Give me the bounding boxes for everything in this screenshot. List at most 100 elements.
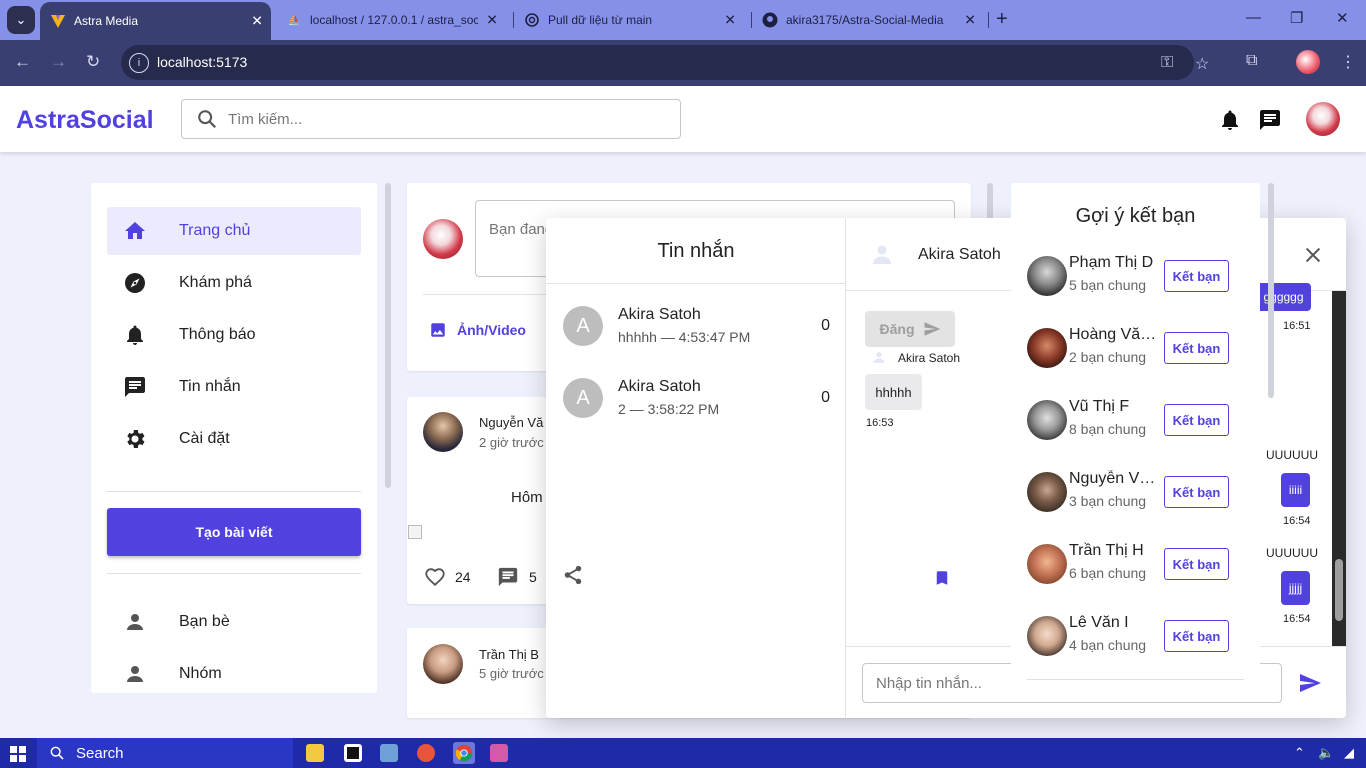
back-icon[interactable]: ← xyxy=(14,52,31,72)
tab-phpmyadmin[interactable]: ⛵ localhost / 127.0.0.1 / astra_soc ✕ xyxy=(276,0,506,40)
post-author-avatar[interactable] xyxy=(423,644,463,684)
sidebar-item-home[interactable]: Trang chủ xyxy=(107,207,361,255)
conversation-item[interactable]: A Akira Satoh 2 — 3:58:22 PM 0 xyxy=(546,368,846,432)
comment-count: 5 xyxy=(529,569,537,585)
outgoing-message: jjjjj xyxy=(1281,571,1310,605)
extensions-icon[interactable]: ⧉ xyxy=(1246,52,1257,70)
window-close-icon[interactable]: ✕ xyxy=(1336,9,1349,27)
suggestion-avatar[interactable] xyxy=(1027,616,1067,656)
more-menu-icon[interactable]: ⋮ xyxy=(1340,52,1356,72)
star-icon[interactable]: ☆ xyxy=(1195,54,1209,74)
chat-icon xyxy=(123,375,147,399)
suggestion-name[interactable]: Hoàng Văn E xyxy=(1069,326,1161,344)
tab-pull-request[interactable]: Pull dữ liệu từ main ✕ xyxy=(514,0,744,40)
app-window-icon[interactable] xyxy=(380,744,398,762)
post-button[interactable]: Đăng xyxy=(865,311,955,347)
comment-icon[interactable] xyxy=(497,566,519,588)
browser-tab-bar: ⌄ Astra Media ✕ ⛵ localhost / 127.0.0.1 … xyxy=(0,0,1366,40)
suggestion-name[interactable]: Nguyễn Văn G xyxy=(1069,470,1161,488)
sidebar-item-messages[interactable]: Tin nhắn xyxy=(107,363,361,411)
minimize-icon[interactable]: — xyxy=(1246,9,1261,26)
add-friend-button[interactable]: Kết bạn xyxy=(1164,404,1229,436)
tab-close-icon[interactable]: ✕ xyxy=(486,12,498,29)
gear-icon xyxy=(123,427,147,451)
sidebar-item-explore[interactable]: Khám phá xyxy=(107,259,361,307)
share-icon[interactable] xyxy=(562,564,584,586)
address-bar[interactable]: i localhost:5173 ⚿ ☆ xyxy=(121,45,1209,80)
add-friend-button[interactable]: Kết bạn xyxy=(1164,620,1229,652)
suggestion-name[interactable]: Trần Thị H xyxy=(1069,542,1161,560)
suggestion-name[interactable]: Lê Văn I xyxy=(1069,614,1161,632)
sidebar-scrollbar[interactable] xyxy=(385,183,391,488)
suggestion-name[interactable]: Vũ Thị F xyxy=(1069,398,1161,416)
site-info-icon[interactable]: i xyxy=(129,53,149,73)
search-input[interactable]: Tìm kiếm... xyxy=(181,99,681,139)
suggestion-avatar[interactable] xyxy=(1027,400,1067,440)
add-friend-button[interactable]: Kết bạn xyxy=(1164,260,1229,292)
sidebar-item-settings[interactable]: Cài đặt xyxy=(107,415,361,463)
message-time: 16:54 xyxy=(1283,515,1311,527)
suggestion-item: Hoàng Văn E 2 bạn chung Kết bạn xyxy=(1011,326,1260,400)
sidebar-item-notifications[interactable]: Thông báo xyxy=(107,311,361,359)
reload-icon[interactable]: ↻ xyxy=(86,52,100,72)
tray-chevron-icon[interactable]: ⌃ xyxy=(1294,745,1305,761)
restore-icon[interactable]: ❐ xyxy=(1290,9,1303,27)
suggestion-avatar[interactable] xyxy=(1027,544,1067,584)
suggestions-scrollbar[interactable] xyxy=(1268,183,1274,398)
astra-favicon-icon xyxy=(50,13,66,29)
tab-close-icon[interactable]: ✕ xyxy=(724,12,736,29)
network-icon[interactable]: ◢ xyxy=(1344,745,1354,761)
phpmyadmin-favicon-icon: ⛵ xyxy=(287,14,301,26)
volume-icon[interactable]: 🔈 xyxy=(1318,745,1334,761)
profile-avatar[interactable] xyxy=(1296,50,1320,74)
taskbar-search[interactable]: Search xyxy=(37,738,293,768)
app-pink-icon[interactable] xyxy=(490,744,508,762)
forward-icon[interactable]: → xyxy=(50,52,67,72)
chat-scrollbar-thumb[interactable] xyxy=(1335,559,1343,621)
tab-github[interactable]: akira3175/Astra-Social-Media ✕ xyxy=(752,0,984,40)
new-tab-icon[interactable]: + xyxy=(996,8,1008,31)
chrome-taskbar-icon[interactable] xyxy=(453,742,475,764)
add-friend-button[interactable]: Kết bạn xyxy=(1164,548,1229,580)
close-icon[interactable] xyxy=(1302,244,1324,266)
chat-scrollbar[interactable] xyxy=(1332,291,1346,646)
bookmark-icon[interactable] xyxy=(933,567,951,589)
notification-bell-icon[interactable] xyxy=(1218,108,1242,132)
key-icon[interactable]: ⚿ xyxy=(1161,54,1173,72)
windows-start-icon[interactable] xyxy=(10,746,26,762)
post-author-avatar[interactable] xyxy=(423,412,463,452)
person-icon xyxy=(123,610,147,634)
add-friend-button[interactable]: Kết bạn xyxy=(1164,332,1229,364)
tab-astra-media[interactable]: Astra Media ✕ xyxy=(40,2,271,40)
add-friend-button[interactable]: Kết bạn xyxy=(1164,476,1229,508)
chrome-icon xyxy=(455,744,473,762)
conversation-item[interactable]: A Akira Satoh hhhhh — 4:53:47 PM 0 xyxy=(546,296,846,360)
sidebar-item-friends[interactable]: Bạn bè xyxy=(107,598,361,646)
tab-close-icon[interactable]: ✕ xyxy=(251,13,263,30)
app-orange-icon[interactable] xyxy=(417,744,435,762)
suggestion-avatar[interactable] xyxy=(1027,328,1067,368)
create-post-button[interactable]: Tạo bài viết xyxy=(107,508,361,556)
app-header: AstraSocial Tìm kiếm... xyxy=(0,86,1366,152)
messages-icon[interactable] xyxy=(1258,108,1282,132)
suggestion-avatar[interactable] xyxy=(1027,472,1067,512)
app-logo[interactable]: AstraSocial xyxy=(16,106,154,135)
sender-name: Akira Satoh xyxy=(898,351,961,365)
broken-image-icon xyxy=(408,525,422,539)
suggestion-name[interactable]: Phạm Thị D xyxy=(1069,254,1161,272)
sidebar-item-groups[interactable]: Nhóm xyxy=(107,650,361,693)
capcut-icon[interactable] xyxy=(344,744,362,762)
send-icon[interactable] xyxy=(1298,671,1322,695)
file-explorer-icon[interactable] xyxy=(306,744,324,762)
suggestion-avatar[interactable] xyxy=(1027,256,1067,296)
add-media-button[interactable]: Ảnh/Video xyxy=(429,321,526,339)
message-placeholder: Nhập tin nhắn... xyxy=(876,675,982,692)
like-heart-icon[interactable] xyxy=(424,566,446,588)
feed-scrollbar[interactable] xyxy=(987,183,993,223)
tab-close-icon[interactable]: ✕ xyxy=(964,12,976,29)
post-author-name[interactable]: Trần Thị B xyxy=(479,647,539,662)
outgoing-message: UUUUUU xyxy=(1266,546,1318,560)
post-author-name[interactable]: Nguyễn Vă xyxy=(479,415,543,430)
user-avatar[interactable] xyxy=(1306,102,1340,136)
tab-search-menu-button[interactable]: ⌄ xyxy=(7,6,35,34)
